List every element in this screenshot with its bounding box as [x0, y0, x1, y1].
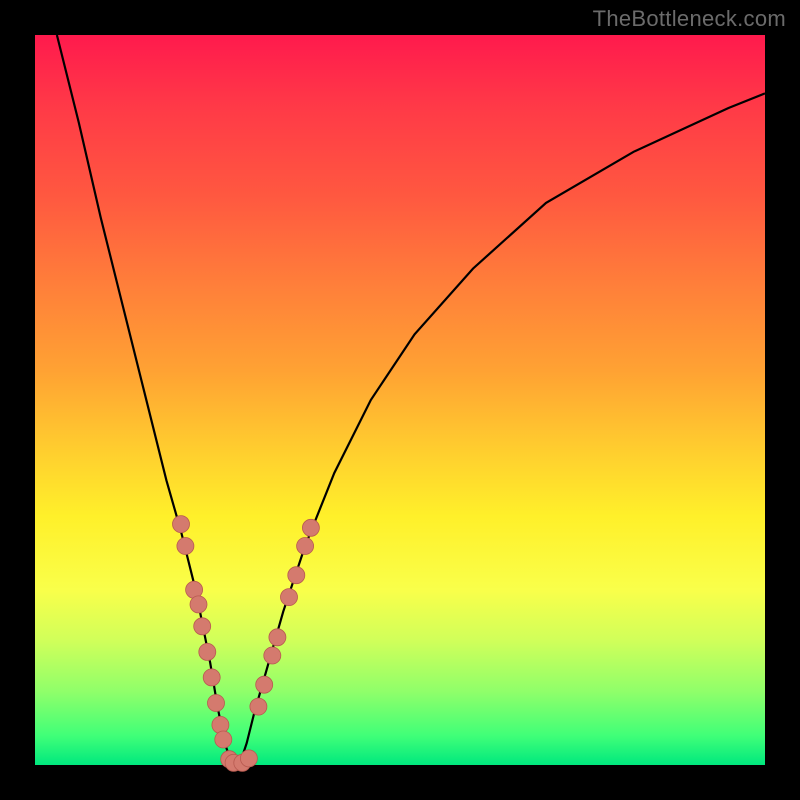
- dot: [177, 538, 194, 555]
- dot: [269, 629, 286, 646]
- bottleneck-curve: [57, 35, 765, 765]
- curve-svg: [35, 35, 765, 765]
- dot: [203, 669, 220, 686]
- plot-area: [35, 35, 765, 765]
- dot: [250, 698, 267, 715]
- dot: [215, 731, 232, 748]
- chart-frame: TheBottleneck.com: [0, 0, 800, 800]
- dot: [281, 589, 298, 606]
- dot: [264, 647, 281, 664]
- dot: [208, 695, 225, 712]
- watermark-text: TheBottleneck.com: [593, 6, 786, 32]
- dot: [297, 538, 314, 555]
- dot: [302, 519, 319, 536]
- dot: [240, 750, 257, 767]
- dot: [256, 676, 273, 693]
- dot: [288, 567, 305, 584]
- scatter-dots: [173, 516, 320, 772]
- dot: [190, 596, 207, 613]
- dot: [173, 516, 190, 533]
- dot: [194, 618, 211, 635]
- dot: [212, 716, 229, 733]
- dot: [199, 643, 216, 660]
